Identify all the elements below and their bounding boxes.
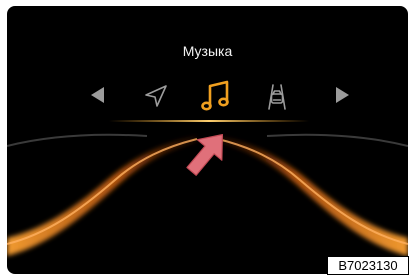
display-screen: Музыка xyxy=(7,6,408,274)
music-note-icon[interactable] xyxy=(198,78,234,114)
chevron-left-icon[interactable] xyxy=(88,84,106,106)
figure-code: B7023130 xyxy=(327,256,409,275)
navigation-arrow-icon[interactable] xyxy=(138,78,174,114)
chevron-right-icon[interactable] xyxy=(333,84,351,106)
menu-title: Музыка xyxy=(182,43,233,59)
lane-assist-icon[interactable] xyxy=(259,78,295,114)
pointer-arrow-icon xyxy=(186,134,224,176)
selection-underline xyxy=(109,120,309,122)
